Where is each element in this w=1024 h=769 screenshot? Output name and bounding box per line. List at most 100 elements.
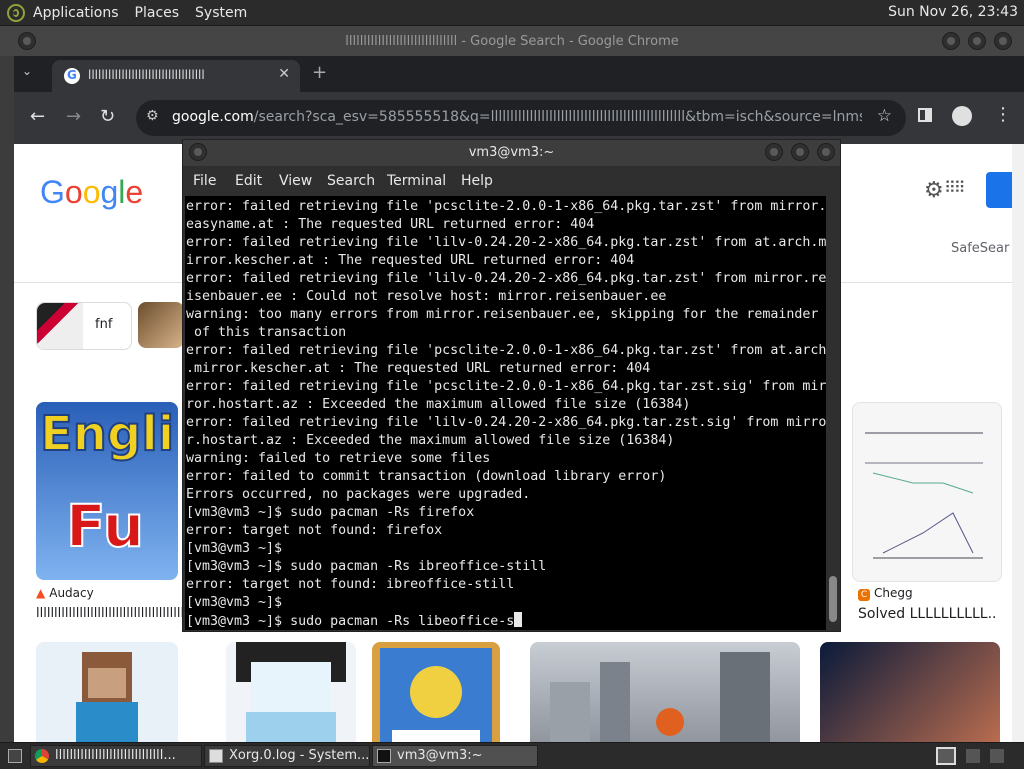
taskbar-label: llllllllllllllllllllllllllllll... — [55, 748, 176, 763]
taskbar-item-chrome[interactable]: llllllllllllllllllllllllllllll... — [30, 745, 202, 767]
page-scrollbar[interactable] — [1012, 144, 1024, 742]
terminal-icon — [377, 749, 391, 763]
menu-system[interactable]: System — [195, 5, 247, 21]
google-logo-letter: o — [64, 174, 83, 210]
menu-terminal[interactable]: Terminal — [387, 173, 446, 189]
bookmark-star-icon[interactable]: ☆ — [877, 106, 892, 126]
image-result-english-is-fun[interactable]: Engli Fu — [36, 402, 178, 580]
image-result-city[interactable] — [530, 642, 800, 742]
address-bar[interactable]: ⚙ google.com/search?sca_esv=585555518&q=… — [136, 100, 906, 136]
image-text-english: Engli — [39, 405, 175, 463]
forward-arrow-icon[interactable]: → — [66, 106, 81, 127]
chip-thumbnail — [37, 303, 83, 349]
terminal-line: error: failed retrieving file 'lilv-0.24… — [186, 271, 826, 286]
terminal-line: .mirror.kescher.at : The requested URL r… — [186, 361, 651, 376]
terminal-line: [vm3@vm3 ~]$ sudo pacman -Rs ibreoffice-… — [186, 559, 547, 574]
terminal-maximize-button[interactable] — [791, 143, 809, 161]
terminal-line: [vm3@vm3 ~]$ sudo pacman -Rs firefox — [186, 505, 475, 520]
tab-title: lllllllllllllllllllllllllllllllllll — [88, 68, 205, 82]
tab-close-icon[interactable]: ✕ — [278, 66, 290, 82]
url-path: /search?sca_esv=585555518&q=llllllllllll… — [253, 109, 862, 125]
terminal-line: irror.kescher.at : The requested URL ret… — [186, 253, 635, 268]
kebab-menu-icon[interactable]: ⋮ — [994, 104, 1012, 125]
terminal-line: error: target not found: ibreoffice-stil… — [186, 577, 515, 592]
tab-strip: ⌄ lllllllllllllllllllllllllllllllllll ✕ … — [14, 56, 1024, 92]
show-desktop-icon[interactable] — [8, 749, 22, 763]
profile-avatar-icon[interactable] — [952, 106, 972, 126]
workspace-switcher-1[interactable] — [936, 747, 956, 765]
url-text[interactable]: google.com/search?sca_esv=585555518&q=ll… — [172, 109, 862, 125]
terminal-title: vm3@vm3:~ — [468, 145, 555, 160]
terminal-line: error: failed retrieving file 'lilv-0.24… — [186, 415, 826, 430]
text-editor-icon — [209, 749, 223, 763]
related-search-chip[interactable]: fnf — [36, 302, 132, 350]
image-result-face[interactable] — [820, 642, 1000, 742]
source-name: Chegg — [874, 586, 913, 600]
google-apps-grid-icon[interactable]: ⠿⠿ — [944, 178, 965, 197]
image-result-skin-2[interactable] — [226, 642, 356, 742]
chrome-window-title: lllllllllllllllllllllllllllllll - Google… — [345, 34, 679, 49]
google-logo-letter: o — [82, 174, 101, 210]
image-result-minecraft-skin[interactable] — [36, 642, 178, 742]
audacy-logo-icon: ▲ — [36, 586, 46, 600]
image-source-chegg[interactable]: C Chegg — [858, 586, 913, 601]
terminal-output[interactable]: error: failed retrieving file 'pcsclite-… — [185, 196, 826, 630]
minecraft-character-image — [76, 652, 138, 742]
pokemon-card-image — [380, 648, 492, 742]
beam-diagram-image — [865, 432, 983, 559]
menu-places[interactable]: Places — [135, 5, 180, 21]
city-skyline-image — [550, 652, 770, 742]
image-caption-right[interactable]: Solved LLLLLLLLLL... — [858, 606, 998, 622]
terminal-lines: error: failed retrieving file 'pcsclite-… — [186, 198, 826, 630]
menu-help[interactable]: Help — [461, 173, 493, 189]
chrome-icon — [35, 749, 49, 763]
image-result-pokemon-card[interactable] — [372, 642, 500, 742]
close-window-button[interactable] — [994, 32, 1012, 50]
terminal-line: error: target not found: firefox — [186, 523, 443, 538]
panel-clock[interactable]: Sun Nov 26, 23:43 — [888, 4, 1018, 20]
tab-google-search[interactable]: lllllllllllllllllllllllllllllllllll ✕ — [52, 60, 300, 92]
distro-logo-icon[interactable] — [7, 3, 25, 22]
terminal-line: [vm3@vm3 ~]$ — [186, 541, 283, 556]
chegg-logo-icon: C — [858, 589, 870, 601]
taskbar-item-xorg-log[interactable]: Xorg.0.log - System... — [204, 745, 370, 767]
character-image — [236, 642, 346, 742]
menu-applications[interactable]: Applications — [33, 5, 119, 21]
terminal-line: of this transaction — [186, 325, 347, 340]
menu-search[interactable]: Search — [327, 173, 375, 189]
image-text-fun: Fu — [65, 491, 145, 561]
back-arrow-icon[interactable]: ← — [30, 106, 45, 127]
safesearch-label[interactable]: SafeSear — [951, 241, 1009, 256]
terminal-close-button[interactable] — [817, 143, 835, 161]
side-panel-icon[interactable] — [918, 108, 932, 122]
terminal-line: warning: too many errors from mirror.rei… — [186, 307, 819, 322]
image-result-chegg-diagram[interactable] — [852, 402, 1002, 582]
taskbar-item-terminal[interactable]: vm3@vm3:~ — [372, 745, 538, 767]
terminal-scrollbar[interactable] — [827, 196, 839, 630]
related-search-chip-2[interactable] — [138, 302, 184, 348]
terminal-minimize-button[interactable] — [765, 143, 783, 161]
terminal-line: isenbauer.ee : Could not resolve host: m… — [186, 289, 667, 304]
terminal-titlebar[interactable]: vm3@vm3:~ — [183, 140, 840, 166]
terminal-line: error: failed retrieving file 'pcsclite-… — [186, 379, 826, 394]
tab-search-chevron-icon[interactable]: ⌄ — [22, 64, 32, 78]
reload-icon[interactable]: ↻ — [100, 106, 115, 127]
google-logo-letter: e — [125, 174, 144, 210]
menu-file[interactable]: File — [193, 173, 216, 189]
google-logo[interactable]: Google — [40, 174, 143, 211]
terminal-line: error: failed retrieving file 'pcsclite-… — [186, 343, 826, 358]
new-tab-plus-icon[interactable]: + — [312, 62, 327, 83]
image-caption-left[interactable]: llllllllllllllllllllllllllllllllllllllll… — [36, 606, 186, 621]
maximize-button[interactable] — [968, 32, 986, 50]
workspace-switcher-2[interactable] — [966, 749, 980, 763]
menu-edit[interactable]: Edit — [235, 173, 262, 189]
terminal-scrollbar-thumb[interactable] — [829, 576, 837, 622]
bottom-taskbar: llllllllllllllllllllllllllllll... Xorg.0… — [0, 742, 1024, 769]
minimize-button[interactable] — [942, 32, 960, 50]
chrome-titlebar[interactable]: lllllllllllllllllllllllllllllll - Google… — [0, 26, 1024, 56]
settings-gear-icon[interactable]: ⚙ — [924, 178, 944, 203]
menu-view[interactable]: View — [279, 173, 312, 189]
site-info-icon[interactable]: ⚙ — [146, 108, 159, 124]
workspace-switcher-3[interactable] — [990, 749, 1004, 763]
image-source-audacy[interactable]: ▲ Audacy — [36, 586, 94, 600]
